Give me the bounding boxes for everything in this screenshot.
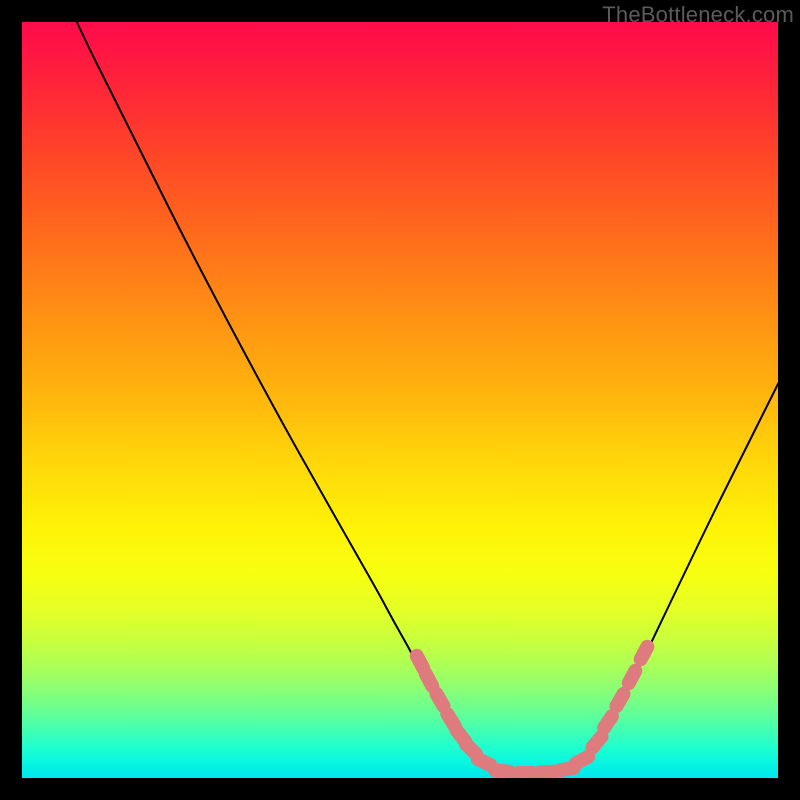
chart-canvas: TheBottleneck.com xyxy=(0,0,800,800)
plot-area xyxy=(22,22,778,778)
chart-svg xyxy=(22,22,778,778)
marker-group xyxy=(407,637,657,778)
